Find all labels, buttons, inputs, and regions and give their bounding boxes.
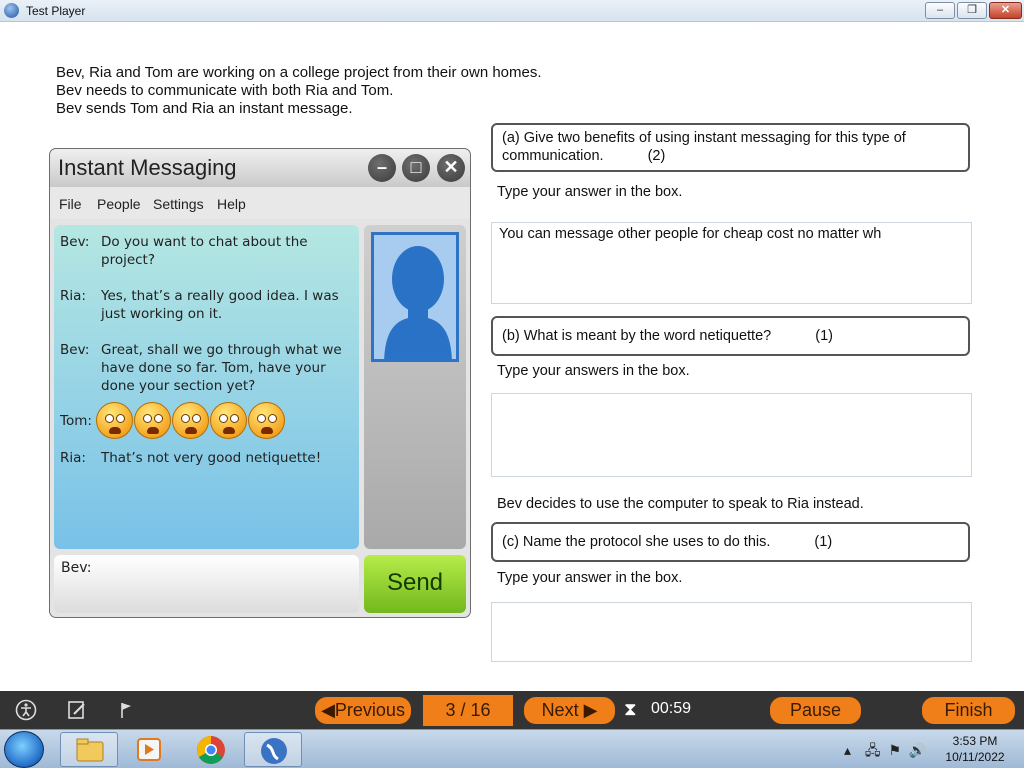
close-button[interactable]: ✕ — [989, 2, 1022, 19]
notepad-icon[interactable] — [66, 699, 88, 721]
next-button[interactable]: Next ▶ — [524, 697, 615, 724]
im-close-icon: ✕ — [437, 154, 465, 182]
volume-icon[interactable]: 🔊 — [909, 742, 926, 758]
im-minimize-icon: – — [368, 154, 396, 182]
accessibility-icon[interactable] — [15, 699, 37, 721]
contact-panel — [364, 225, 466, 549]
person-silhouette-icon — [384, 246, 452, 359]
hourglass-icon: ⧗ — [624, 699, 637, 719]
chat-log: Bev: Do you want to chat about the proje… — [54, 225, 359, 549]
next-arrow-icon: ▶ — [583, 700, 598, 720]
chat-sender: Bev: — [60, 342, 90, 358]
chat-sender: Bev: — [60, 234, 90, 250]
question-counter: 3 / 16 — [423, 695, 513, 726]
question-a-instruction: Type your answer in the box. — [497, 184, 683, 200]
chrome-icon — [197, 736, 225, 764]
im-menubar: File People Settings Help — [50, 187, 470, 219]
angry-face-icon — [96, 402, 133, 439]
chat-text: That’s not very good netiquette! — [101, 450, 322, 466]
avatar — [371, 232, 459, 362]
chrome-taskbar-button[interactable] — [182, 732, 240, 767]
media-player-taskbar-button[interactable] — [120, 732, 178, 767]
answer-b-field[interactable] — [491, 393, 972, 477]
app-icon — [4, 3, 19, 18]
action-center-flag-icon[interactable]: ⚑ — [888, 742, 901, 758]
chat-text: Yes, that’s a really good idea. I was ju… — [101, 288, 339, 322]
question-c-marks: (1) — [814, 534, 833, 550]
timer-display: 00:59 — [651, 700, 692, 717]
question-b: (b) What is meant by the word netiquette… — [491, 316, 970, 356]
answer-a-field[interactable]: You can message other people for cheap c… — [491, 222, 972, 304]
window-titlebar: Test Player – ❐ ✕ — [0, 0, 1024, 22]
compose-label: Bev: — [61, 560, 92, 576]
im-title: Instant Messaging — [58, 155, 237, 180]
chat-text: Great, shall we go through what we have … — [101, 342, 342, 394]
media-player-icon — [137, 738, 161, 761]
pause-button[interactable]: Pause — [770, 697, 861, 724]
scenario-line: Bev needs to communicate with both Ria a… — [56, 82, 394, 99]
question-a-text: (a) Give two benefits of using instant m… — [502, 130, 906, 164]
show-hidden-icons-icon[interactable]: ▴ — [844, 742, 851, 758]
answer-c-field[interactable] — [491, 602, 972, 662]
test-player-icon — [261, 738, 287, 764]
file-explorer-taskbar-button[interactable] — [60, 732, 118, 767]
chat-text: Do you want to chat about the project? — [101, 234, 308, 268]
question-b-marks: (1) — [815, 328, 833, 344]
message-compose-box: Bev: — [54, 555, 359, 613]
question-a: (a) Give two benefits of using instant m… — [491, 123, 970, 172]
question-c: (c) Name the protocol she uses to do thi… — [491, 522, 970, 562]
tongue-out-face-icon — [248, 402, 285, 439]
folder-icon — [76, 738, 104, 762]
scenario-line: Bev, Ria and Tom are working on a colleg… — [56, 64, 542, 81]
scenario-line: Bev sends Tom and Ria an instant message… — [56, 100, 353, 117]
question-c-text: (c) Name the protocol she uses to do thi… — [502, 534, 771, 550]
test-player-toolbar: ◀Previous 3 / 16 Next ▶ ⧗ 00:59 Pause Fi… — [0, 691, 1024, 729]
next-label: Next — [541, 700, 579, 720]
start-button[interactable] — [4, 731, 44, 768]
chat-sender: Tom: — [60, 413, 92, 429]
maximize-button[interactable]: ❐ — [957, 2, 987, 19]
im-menu-help: Help — [217, 196, 246, 212]
chat-sender: Ria: — [60, 288, 86, 304]
chat-sender: Ria: — [60, 450, 86, 466]
im-maximize-icon: □ — [402, 154, 430, 182]
minimize-button[interactable]: – — [925, 2, 955, 19]
im-body: Bev: Do you want to chat about the proje… — [50, 219, 470, 617]
question-b-instruction: Type your answers in the box. — [497, 363, 690, 379]
question-a-marks: (2) — [647, 148, 666, 164]
scenario-text: Bev, Ria and Tom are working on a colleg… — [56, 64, 542, 118]
im-menu-settings: Settings — [153, 196, 204, 212]
im-menu-people: People — [97, 196, 141, 212]
finish-button[interactable]: Finish — [922, 697, 1015, 724]
shocked-face-icon — [134, 402, 171, 439]
im-send-button: Send — [364, 555, 466, 613]
question-c-instruction: Type your answer in the box. — [497, 570, 683, 586]
question-b-text: (b) What is meant by the word netiquette… — [502, 328, 772, 344]
clock-date: 10/11/2022 — [945, 750, 1005, 764]
previous-button[interactable]: ◀Previous — [315, 697, 411, 724]
taskbar-clock[interactable]: 3:53 PM 10/11/2022 — [940, 733, 1010, 765]
flag-icon[interactable] — [117, 699, 139, 721]
clock-time: 3:53 PM — [952, 734, 998, 748]
system-tray: ▴ 🖧 ⚑ 🔊 — [844, 740, 926, 764]
question-c-intro: Bev decides to use the computer to speak… — [497, 496, 864, 512]
network-icon[interactable]: 🖧 — [865, 742, 881, 758]
grimacing-face-icon — [210, 402, 247, 439]
instant-messaging-window: Instant Messaging – □ ✕ File People Sett… — [50, 149, 470, 617]
previous-arrow-icon: ◀ — [321, 700, 335, 720]
shouting-face-icon — [172, 402, 209, 439]
previous-label: Previous — [334, 700, 405, 720]
im-titlebar: Instant Messaging – □ ✕ — [50, 149, 470, 187]
test-player-taskbar-button[interactable] — [244, 732, 302, 767]
window-title: Test Player — [26, 4, 86, 18]
im-menu-file: File — [59, 196, 82, 212]
emoji-row — [96, 402, 296, 442]
os-taskbar: ▴ 🖧 ⚑ 🔊 3:53 PM 10/11/2022 — [0, 729, 1024, 768]
